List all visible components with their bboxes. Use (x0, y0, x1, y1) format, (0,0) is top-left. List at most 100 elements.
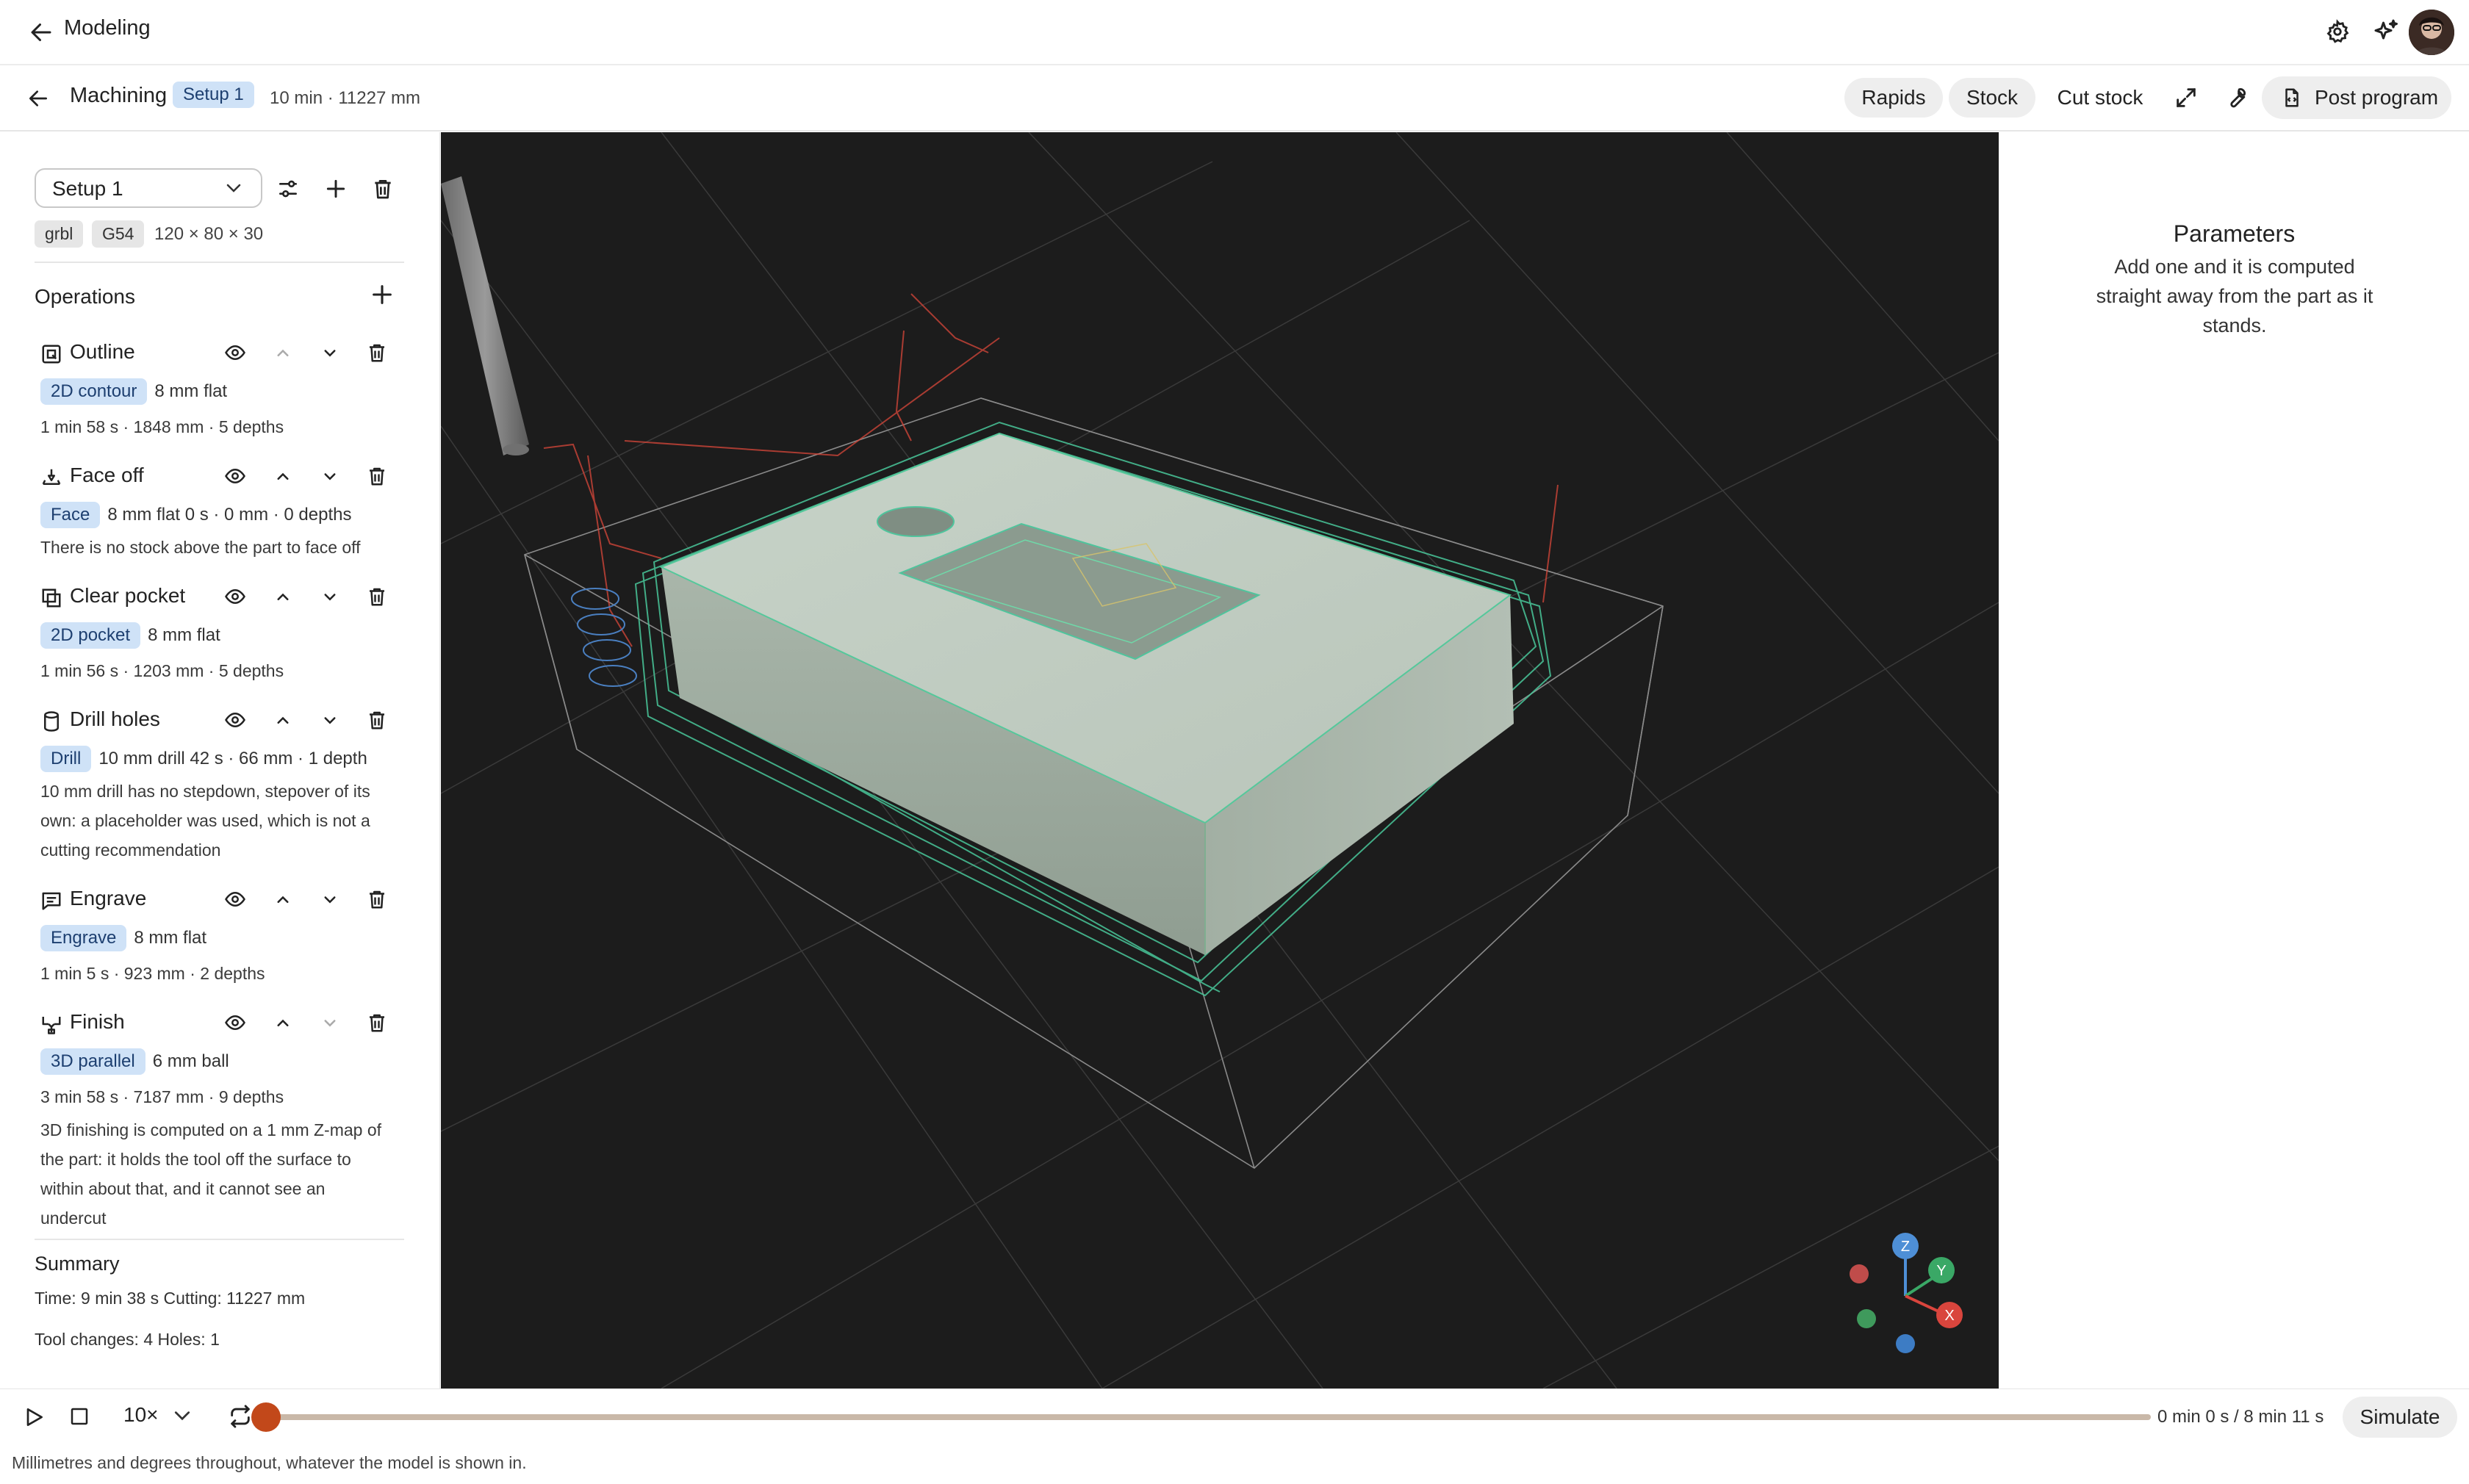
operation-stats: 3 min 58 s · 7187 mm · 9 depths (40, 1087, 284, 1106)
plus-icon[interactable] (324, 177, 348, 201)
back-arrow-icon[interactable] (26, 87, 50, 110)
trash-icon[interactable] (366, 465, 388, 487)
wrench-icon[interactable] (2224, 85, 2249, 110)
parameters-panel: Parameters Add one and it is computed st… (1999, 132, 2469, 1388)
chevron-up-icon[interactable] (272, 465, 294, 487)
trash-icon[interactable] (366, 1012, 388, 1034)
eye-icon[interactable] (224, 709, 246, 731)
tool-cylinder (441, 176, 529, 455)
top-bar: Modeling (0, 0, 2469, 65)
chevron-up-icon[interactable] (272, 342, 294, 364)
operation-stats: 1 min 58 s · 1848 mm · 5 depths (40, 417, 284, 436)
operation-note-line: within about that, and it cannot see an (40, 1179, 326, 1198)
units-note: Millimetres and degrees throughout, what… (12, 1453, 527, 1472)
avatar[interactable] (2409, 10, 2454, 55)
z-axis-label: Z (1901, 1239, 1910, 1255)
operation-note: There is no stock above the part to face… (40, 538, 361, 557)
operation-name: Clear pocket (70, 584, 186, 607)
chevron-up-icon[interactable] (272, 709, 294, 731)
operation-tool: 8 mm flat (148, 625, 220, 645)
timeline-track[interactable] (265, 1414, 2151, 1420)
summary-time: Time: 9 min 38 s Cutting: 11227 mm (35, 1289, 306, 1308)
y-axis-label: Y (1936, 1263, 1946, 1279)
rapids-toggle[interactable]: Rapids (1844, 78, 1943, 118)
stock-dimensions: 120 × 80 × 30 (154, 224, 264, 244)
chevron-down-icon[interactable] (173, 1410, 191, 1422)
operation-name: Outline (70, 340, 135, 363)
file-code-icon (2281, 87, 2303, 109)
play-icon[interactable] (22, 1405, 46, 1429)
operation-type-badge: 3D parallel (40, 1048, 145, 1075)
engrave-icon (40, 890, 62, 912)
chevron-down-icon[interactable] (319, 586, 341, 608)
trash-icon[interactable] (366, 709, 388, 731)
x-axis-label: X (1944, 1308, 1954, 1324)
chevron-down-icon (226, 183, 242, 193)
summary-tools: Tool changes: 4 Holes: 1 (35, 1330, 220, 1349)
pocket-icon (40, 587, 62, 609)
chevron-up-icon[interactable] (272, 888, 294, 910)
parameters-title: Parameters (2173, 220, 2296, 247)
setup-badge: Setup 1 (173, 82, 254, 108)
cut-stock-toggle[interactable]: Cut stock (2044, 78, 2156, 118)
eye-icon[interactable] (224, 586, 246, 608)
playback-bar: 10× 0 min 0 s / 8 min 11 s Simulate (0, 1388, 2469, 1444)
loop-icon[interactable] (228, 1404, 253, 1429)
trash-icon[interactable] (366, 888, 388, 910)
sparkle-icon[interactable] (2373, 18, 2400, 45)
back-arrow-icon[interactable] (28, 19, 54, 46)
drill-icon (40, 710, 62, 732)
stop-icon[interactable] (68, 1405, 90, 1427)
operation-note-line: 3D finishing is computed on a 1 mm Z-map… (40, 1120, 382, 1139)
chevron-down-icon[interactable] (319, 465, 341, 487)
eye-icon[interactable] (224, 465, 246, 487)
operation-tool: 8 mm flat (154, 381, 228, 401)
chevron-down-icon[interactable] (319, 1012, 341, 1034)
parameters-description: Add one and it is computed straight away… (2096, 256, 2373, 336)
operation-tool: 8 mm flat 0 s · 0 mm · 0 depths (107, 505, 352, 525)
operation-stats: 1 min 56 s · 1203 mm · 5 depths (40, 661, 284, 680)
expand-icon[interactable] (2174, 85, 2199, 110)
sliders-icon[interactable] (276, 177, 300, 201)
post-program-button[interactable]: Post program (2262, 76, 2451, 119)
chevron-up-icon[interactable] (272, 1012, 294, 1034)
trash-icon[interactable] (366, 342, 388, 364)
operation-name: Face off (70, 464, 144, 486)
eye-icon[interactable] (224, 888, 246, 910)
post-program-label: Post program (2315, 86, 2439, 109)
trash-icon[interactable] (366, 586, 388, 608)
outline-icon (40, 343, 62, 365)
operation-name: Drill holes (70, 707, 160, 730)
chevron-up-icon[interactable] (272, 586, 294, 608)
chevron-down-icon[interactable] (319, 709, 341, 731)
scene-canvas[interactable]: Z Y X (441, 132, 1999, 1388)
operation-name: Finish (70, 1010, 125, 1033)
chevron-down-icon[interactable] (319, 888, 341, 910)
page-title: Machining (70, 84, 168, 107)
gear-icon[interactable] (2325, 19, 2350, 44)
operation-note-line: undercut (40, 1209, 107, 1228)
operation-note-line: cutting recommendation (40, 840, 221, 860)
trash-icon[interactable] (371, 177, 395, 201)
eye-icon[interactable] (224, 1012, 246, 1034)
3d-viewport[interactable]: Z Y X (441, 132, 1999, 1388)
controller-chip: grbl (35, 220, 84, 248)
simulate-button[interactable]: Simulate (2343, 1397, 2457, 1438)
program-summary: 10 min · 11227 mm (270, 88, 420, 108)
face-mill-icon (40, 467, 62, 489)
add-operation-icon[interactable] (370, 282, 395, 307)
playback-time: 0 min 0 s / 8 min 11 s (2157, 1407, 2324, 1427)
eye-icon[interactable] (224, 342, 246, 364)
chevron-down-icon[interactable] (319, 342, 341, 364)
operation-type-badge: Face (40, 502, 101, 528)
timeline-scrubber[interactable] (251, 1402, 281, 1432)
operation-type-badge: 2D pocket (40, 622, 141, 649)
speed-select[interactable]: 10× (123, 1403, 159, 1427)
operation-type-badge: Drill (40, 746, 92, 772)
machining-toolbar: Machining Setup 1 10 min · 11227 mm Rapi… (0, 66, 2469, 132)
stock-toggle[interactable]: Stock (1949, 78, 2035, 118)
operation-name: Engrave (70, 887, 147, 910)
setup-select[interactable]: Setup 1 (35, 168, 262, 208)
summary-title: Summary (35, 1253, 120, 1275)
axis-gizmo: Z Y X (1850, 1233, 1963, 1353)
